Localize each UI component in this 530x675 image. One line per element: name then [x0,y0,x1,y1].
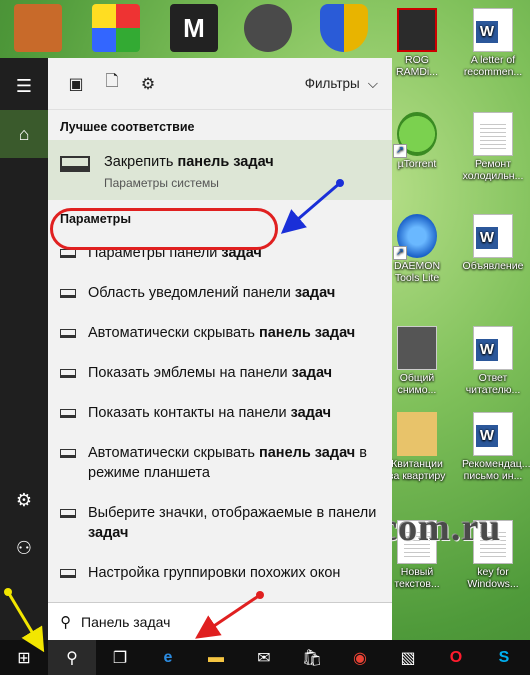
desktop-icon-label: Ремонт холодильн... [462,158,524,182]
desktop-icon-shared-snapshot[interactable]: Общий снимо... [386,326,448,396]
app-icon-shield[interactable] [320,4,368,52]
taskbar-icon [60,369,76,378]
app-icon-rubiks-cube[interactable] [92,4,140,52]
chrome-icon[interactable]: ◉ [336,640,384,675]
documents-filter-icon[interactable]: 🗋 [94,66,130,102]
home-icon[interactable]: ⌂ [0,110,48,158]
skype-icon[interactable]: S [480,640,528,675]
settings-gear-icon[interactable]: ⚙ [0,476,48,524]
desktop-icon-label: Ответ читателю... [465,372,521,396]
filters-label: Фильтры [304,76,360,91]
taskbar-icon [60,569,76,578]
taskbar-icon [60,289,76,298]
hamburger-menu-icon[interactable]: ☰ [0,62,48,110]
desktop-icon-utorrent[interactable]: µTorrent [386,112,448,170]
settings-result-item[interactable]: Показать эмблемы на панели задач [48,358,392,388]
desktop-icon-label: Объявление [462,260,524,272]
photos-icon[interactable]: ▧ [384,640,432,675]
settings-result-item[interactable]: Выберите значки, отображаемые в панели з… [48,498,392,548]
search-value: Панель задач [81,613,171,630]
best-match-subtitle: Параметры системы [104,176,219,190]
settings-result-item[interactable]: Показать контакты на панели задач [48,398,392,428]
app-icon-dark-m[interactable]: M [170,4,218,52]
word-document-icon [473,214,513,258]
settings-result-label: Показать контакты на панели задач [88,405,331,421]
utorrent-icon [393,112,437,158]
mail-icon[interactable]: ✉ [240,640,288,675]
task-view-icon[interactable]: ❐ [96,640,144,675]
start-left-rail: ☰ ⌂ ⚙ ⚇ [0,58,48,640]
desktop-icon-announcement[interactable]: Объявление [462,214,524,272]
opera-icon[interactable]: O [432,640,480,675]
search-input[interactable]: ⚲ Панель задач [48,602,392,640]
desktop-icon-letter[interactable]: A letter of recommen... [462,8,524,78]
app-icon-avatar[interactable] [14,4,62,52]
settings-result-label: Автоматически скрывать панель задач [88,325,356,341]
settings-result-label: Область уведомлений панели задач [88,285,336,301]
taskbar-icon [60,156,90,172]
panel-toolbar: ▣ 🗋 ⚙ Фильтры ⌵ [48,58,392,110]
desktop-icon-label: key for Windows... [467,566,519,590]
desktop-icon-label: ROG RAMDi... [396,54,438,78]
edge-browser-icon[interactable]: e [144,640,192,675]
settings-result-item[interactable]: Область уведомлений панели задач [48,278,392,308]
best-match-header: Лучшее соответствие [60,120,195,134]
settings-result-label: Показать эмблемы на панели задач [88,365,333,381]
filters-dropdown[interactable]: Фильтры ⌵ [305,76,378,92]
word-document-icon [473,326,513,370]
taskbar-icon [60,329,76,338]
store-icon[interactable]: 🛍 [288,640,336,675]
search-icon[interactable]: ⚲ [48,640,96,675]
desktop-icon-receipts[interactable]: Квитанции за квартиру [386,412,448,482]
desktop-icon-label: Рекомендац... письмо ин... [462,458,530,482]
settings-result-item[interactable]: Автоматически скрывать панель задач [48,318,392,348]
taskbar: ⊞ ⚲ ❐ e ▬ ✉ 🛍 ◉ ▧ O S [0,640,530,675]
word-document-icon [473,412,513,456]
desktop-icon-daemon[interactable]: DAEMON Tools Lite [386,214,448,284]
desktop-icon-recommendation[interactable]: Рекомендац... письмо ин... [462,412,530,482]
best-match-title: Закрепить панель задач [104,154,274,170]
settings-result-item[interactable]: Автоматически скрывать панель задач в ре… [48,438,392,488]
taskbar-icon [60,249,76,258]
desktop-icon-label: µTorrent [397,158,437,170]
settings-result-item[interactable]: Настройка группировки похожих окон [48,558,392,588]
apps-filter-icon[interactable]: ▣ [58,66,94,102]
settings-filter-icon[interactable]: ⚙ [130,66,166,102]
desktop-icon-repair[interactable]: Ремонт холодильн... [462,112,524,182]
desktop-icon-rog[interactable]: ROG RAMDi... [386,8,448,78]
folder-icon [397,412,437,456]
best-match-item[interactable]: Закрепить панель задач Параметры системы [48,140,392,200]
file-explorer-icon[interactable]: ▬ [192,640,240,675]
word-document-icon [473,8,513,52]
taskbar-icon [60,409,76,418]
desktop-icon-label: Общий снимо... [397,372,437,396]
daemon-tools-icon [393,214,437,260]
settings-result-label: Автоматически скрывать панель задач в ре… [88,445,367,481]
desktop-icon-reply[interactable]: Ответ читателю... [462,326,524,396]
start-windows-icon[interactable]: ⊞ [0,640,48,675]
feedback-person-icon[interactable]: ⚇ [0,524,48,572]
desktop-icon-label: A letter of recommen... [463,54,523,78]
search-icon: ⚲ [60,613,71,631]
settings-result-label: Настройка группировки похожих окон [88,565,341,581]
image-icon [397,326,437,370]
desktop-icon-label: DAEMON Tools Lite [393,260,441,284]
app-icon-hooded-figure[interactable] [244,4,292,52]
desktop-icon-label: Новый текстов... [394,566,440,590]
settings-result-label: Выберите значки, отображаемые в панели з… [88,505,377,541]
search-results-panel: ▣ 🗋 ⚙ Фильтры ⌵ Лучшее соответствие Закр… [48,58,392,640]
taskbar-icon [60,509,76,518]
chevron-down-icon: ⌵ [367,75,378,91]
highlight-ring [50,208,278,250]
taskbar-icon [60,449,76,458]
desktop-icon-label: Квитанции за квартиру [388,458,446,482]
text-document-icon [473,112,513,156]
rog-icon [397,8,437,52]
